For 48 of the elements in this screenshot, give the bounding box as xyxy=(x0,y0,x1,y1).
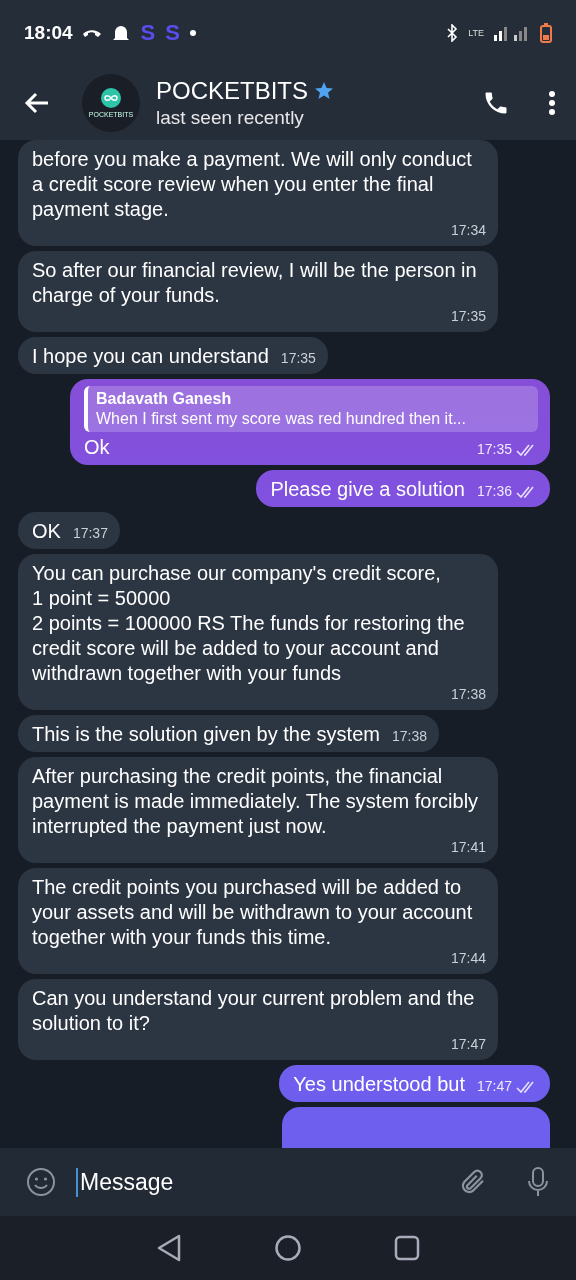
message-time: 17:34 xyxy=(450,222,486,239)
battery-icon xyxy=(540,23,552,43)
smiley-icon xyxy=(26,1167,56,1197)
contact-name: POCKETBITS xyxy=(156,77,309,105)
message-text: I hope you can understand xyxy=(32,344,269,369)
last-seen-status: last seen recently xyxy=(156,107,305,129)
composer-bar[interactable]: Message xyxy=(0,1148,576,1216)
quote-text: When I first sent my score was red hundred then it... xyxy=(96,409,467,429)
message-time: 17:47 xyxy=(476,1078,512,1095)
phone-icon xyxy=(82,28,101,38)
triangle-icon xyxy=(156,1234,182,1262)
message-text: Yes understood but xyxy=(293,1072,465,1097)
message-time: 17:37 xyxy=(72,525,108,542)
message-time: 17:36 xyxy=(476,483,512,500)
message-text: Please give a solution xyxy=(270,477,465,502)
app-letter: S xyxy=(140,20,156,46)
message-time: 17:38 xyxy=(450,686,486,703)
infinity-logo-icon xyxy=(101,88,121,108)
more-icon xyxy=(548,91,556,115)
message-time: 17:35 xyxy=(476,441,512,458)
message-text: The credit points you purchased will be added to your assets and will be withdrawn to your account together with your funds this time. xyxy=(32,875,474,950)
message-text: You can purchase our company's credit score, 1 point = 50000 2 points = 100000 RS The funds for restoring the credit score will be added to your account and withdrawn together with your funds xyxy=(32,561,466,686)
message-text: So after our financial review, I will be the person in charge of your funds. xyxy=(32,258,478,308)
message-time: 17:47 xyxy=(450,1036,486,1053)
app-letter: S xyxy=(165,20,180,46)
signal-icon xyxy=(494,25,530,41)
message-text: After purchasing the credit points, the financial payment is made immediately. The system forcibly interrupted the payment just now. xyxy=(32,764,480,839)
network-label: LTE xyxy=(468,28,484,38)
quote-author: Badavath Ganesh xyxy=(96,389,233,409)
message-time: 17:41 xyxy=(450,839,486,856)
message-text: Can you understand your current problem and the solution to it? xyxy=(32,986,476,1036)
message-time: 17:38 xyxy=(391,728,427,745)
reply-quote[interactable]: Badavath Ganesh When I first sent my score was red hundred then it... xyxy=(84,386,538,432)
dot-icon xyxy=(190,30,196,36)
back-arrow-icon xyxy=(24,92,50,114)
bluetooth-icon xyxy=(446,24,459,42)
message-time: 17:44 xyxy=(450,950,486,967)
message-text: OK xyxy=(32,519,61,544)
message-text: Ok xyxy=(84,435,110,460)
clock: 18:04 xyxy=(24,22,73,44)
message-text: before you make a payment. We will only conduct a credit score review when you enter the final payment stage. xyxy=(32,147,473,222)
square-icon xyxy=(394,1235,420,1261)
message-input[interactable]: Message xyxy=(76,1167,438,1197)
microphone-icon xyxy=(526,1166,550,1198)
circle-icon xyxy=(274,1234,302,1262)
message-time: 17:35 xyxy=(280,350,316,367)
message-time: 17:35 xyxy=(450,308,486,325)
message-text: This is the solution given by the system xyxy=(32,722,380,747)
